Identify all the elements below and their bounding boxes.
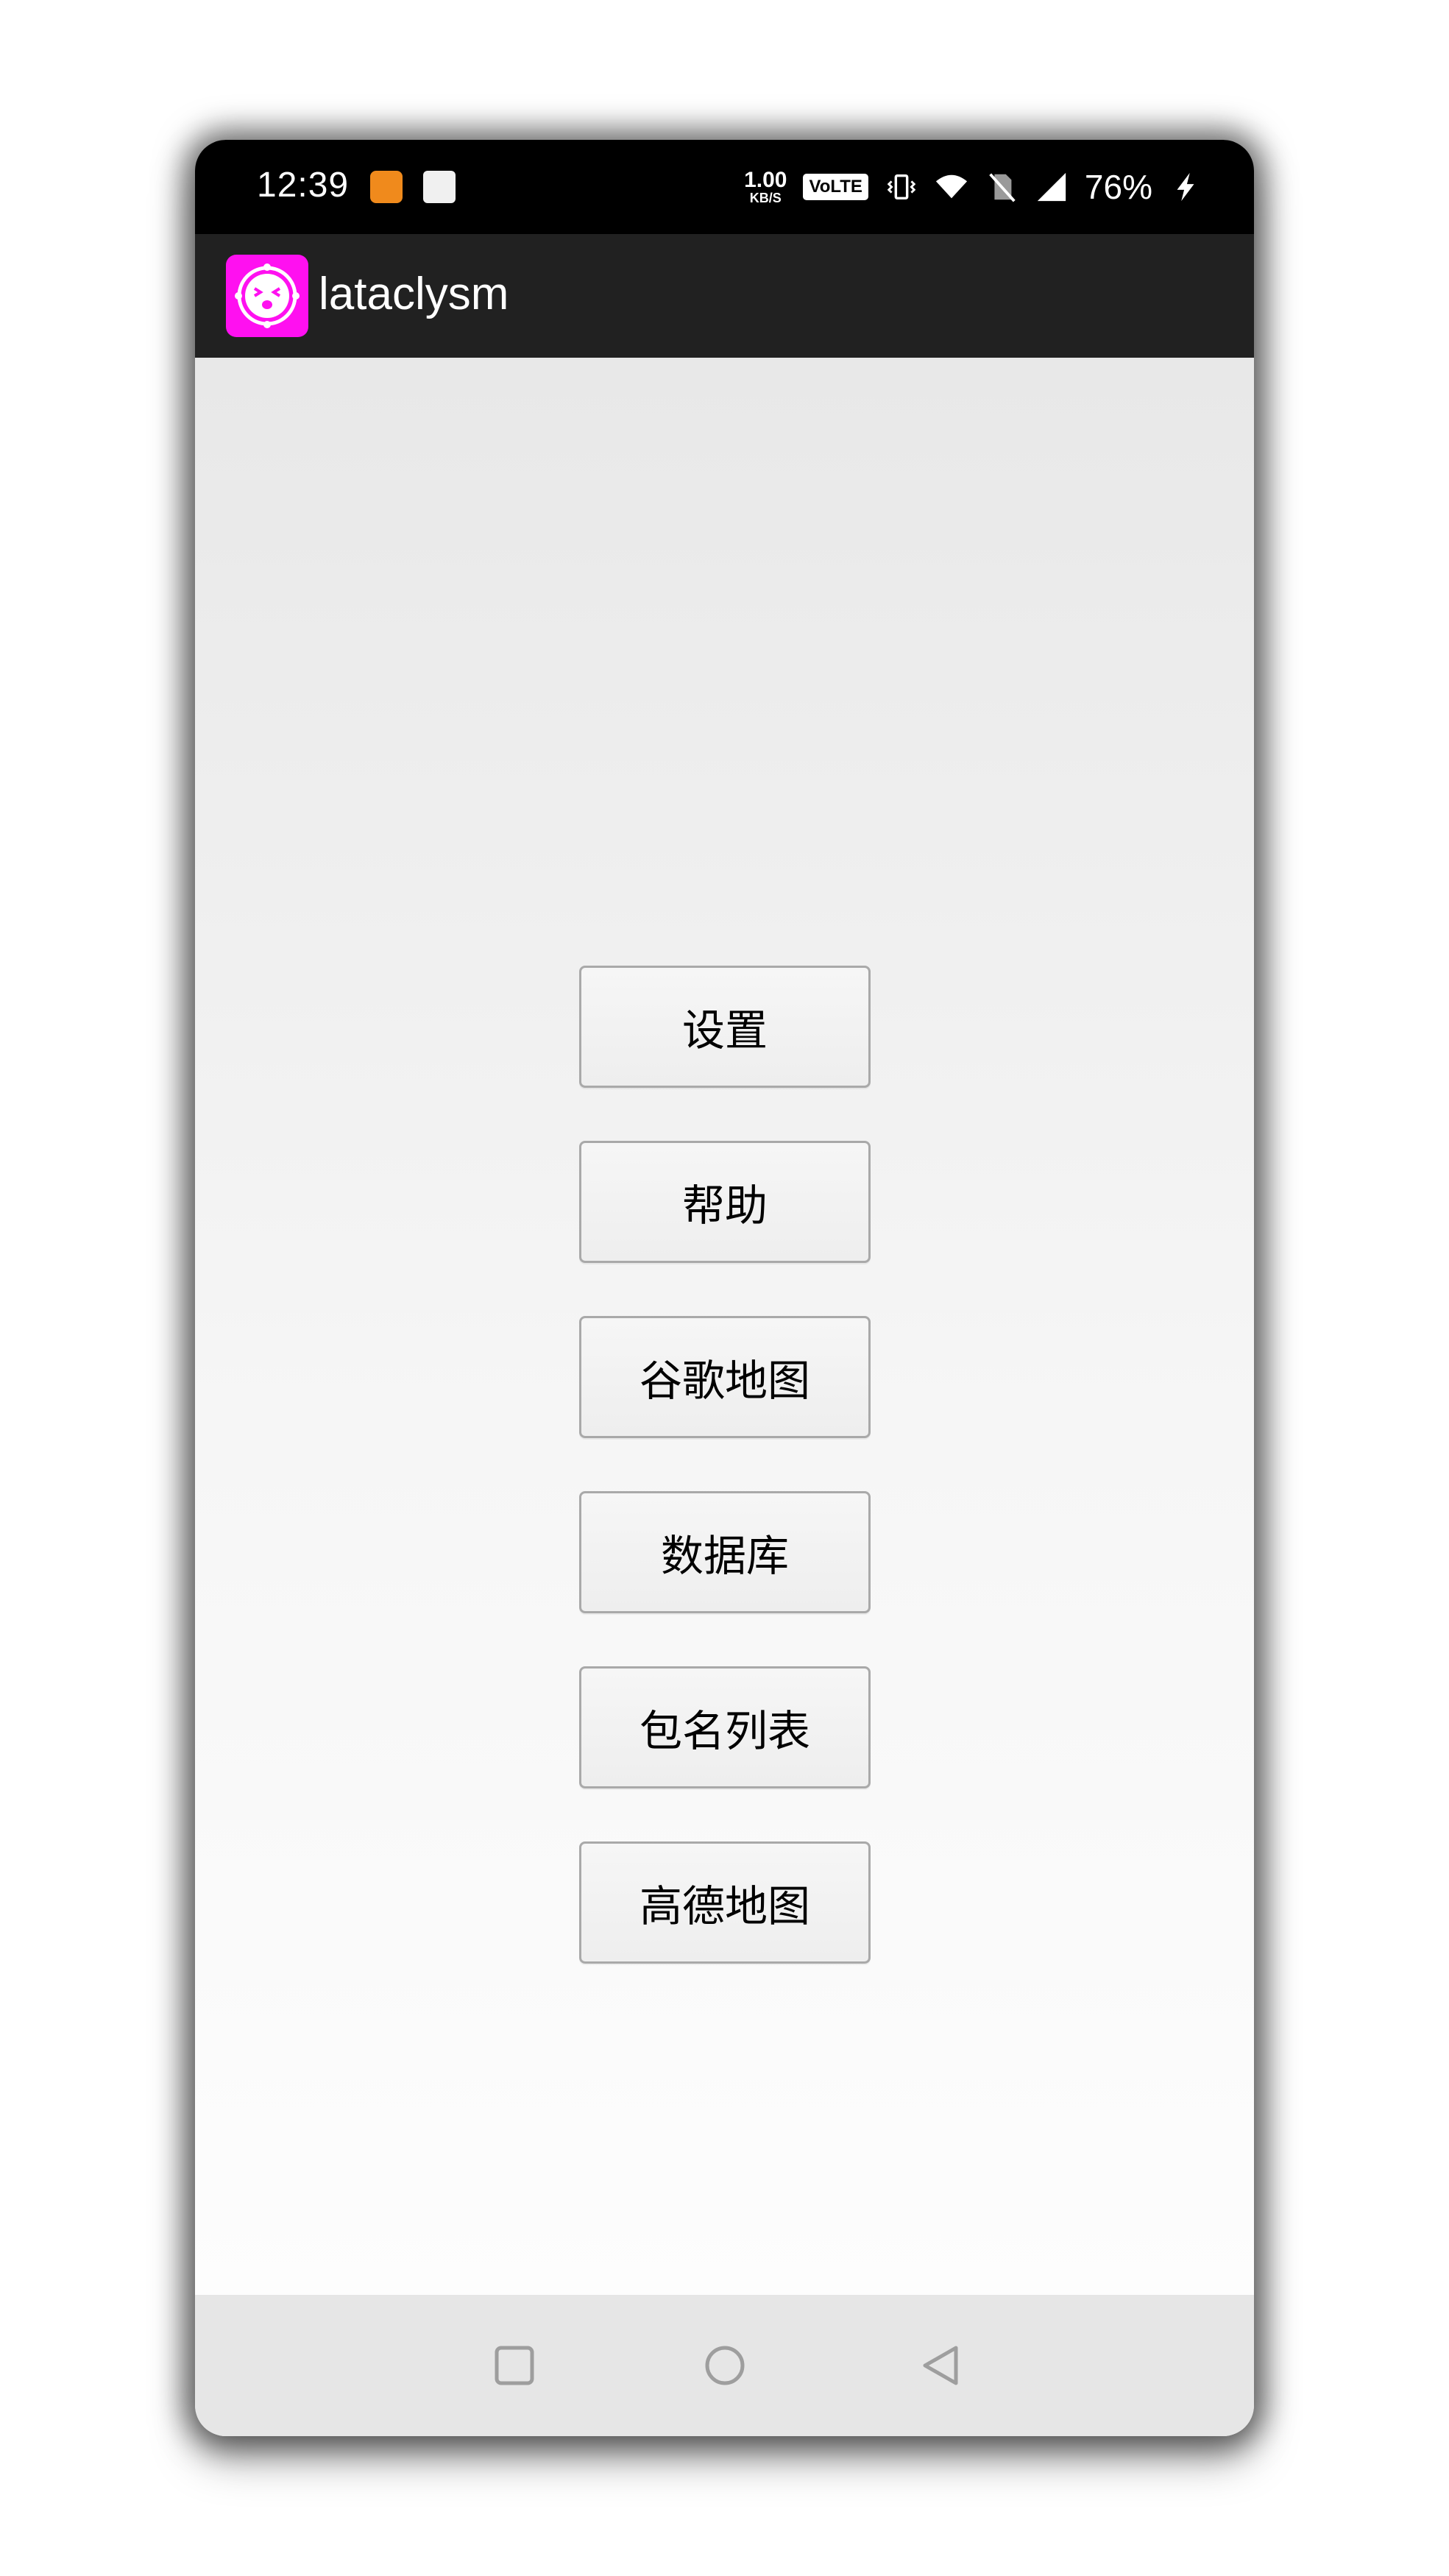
charging-icon xyxy=(1177,172,1194,202)
back-triangle-icon xyxy=(923,2346,958,2385)
network-speed: 1.00 KB/S xyxy=(744,169,787,205)
uc-browser-icon xyxy=(370,171,403,203)
database-button[interactable]: 数据库 xyxy=(579,1491,871,1613)
action-bar: lataclysm xyxy=(195,234,1254,358)
amap-button[interactable]: 高德地图 xyxy=(579,1841,871,1964)
battery-percent: 76% xyxy=(1084,168,1152,206)
recents-square-icon xyxy=(495,2346,534,2385)
recents-button[interactable] xyxy=(489,2340,539,2391)
wifi-icon xyxy=(935,174,968,199)
settings-button[interactable]: 设置 xyxy=(579,966,871,1088)
help-button[interactable]: 帮助 xyxy=(579,1141,871,1263)
home-circle-icon xyxy=(705,2346,745,2385)
package-list-button[interactable]: 包名列表 xyxy=(579,1666,871,1788)
screenshot-canvas: 12:39 1.00 KB/S VoLTE 76% lataclysm 设置 帮… xyxy=(0,0,1449,2576)
signal-icon xyxy=(1037,172,1066,202)
face-logo-icon xyxy=(235,263,300,328)
status-time: 12:39 xyxy=(257,166,350,205)
app-title: lataclysm xyxy=(319,269,509,319)
back-button[interactable] xyxy=(916,2340,966,2391)
no-sim-icon xyxy=(989,173,1016,202)
net-speed-value: 1.00 xyxy=(744,168,787,192)
home-button[interactable] xyxy=(700,2340,750,2391)
google-map-button[interactable]: 谷歌地图 xyxy=(579,1316,871,1438)
status-bar: 12:39 1.00 KB/S VoLTE 76% xyxy=(195,140,1254,234)
volte-badge: VoLTE xyxy=(803,174,868,200)
vibrate-icon xyxy=(887,174,916,200)
shopping-bag-icon xyxy=(423,171,456,203)
app-logo-icon xyxy=(226,255,308,337)
net-speed-unit: KB/S xyxy=(749,191,782,205)
status-icons: 1.00 KB/S VoLTE 76% xyxy=(744,158,1202,216)
main-content: 设置 帮助 谷歌地图 数据库 包名列表 高德地图 xyxy=(195,358,1254,2295)
navigation-bar xyxy=(195,2295,1254,2436)
phone-screen: 12:39 1.00 KB/S VoLTE 76% lataclysm 设置 帮… xyxy=(195,140,1254,2436)
